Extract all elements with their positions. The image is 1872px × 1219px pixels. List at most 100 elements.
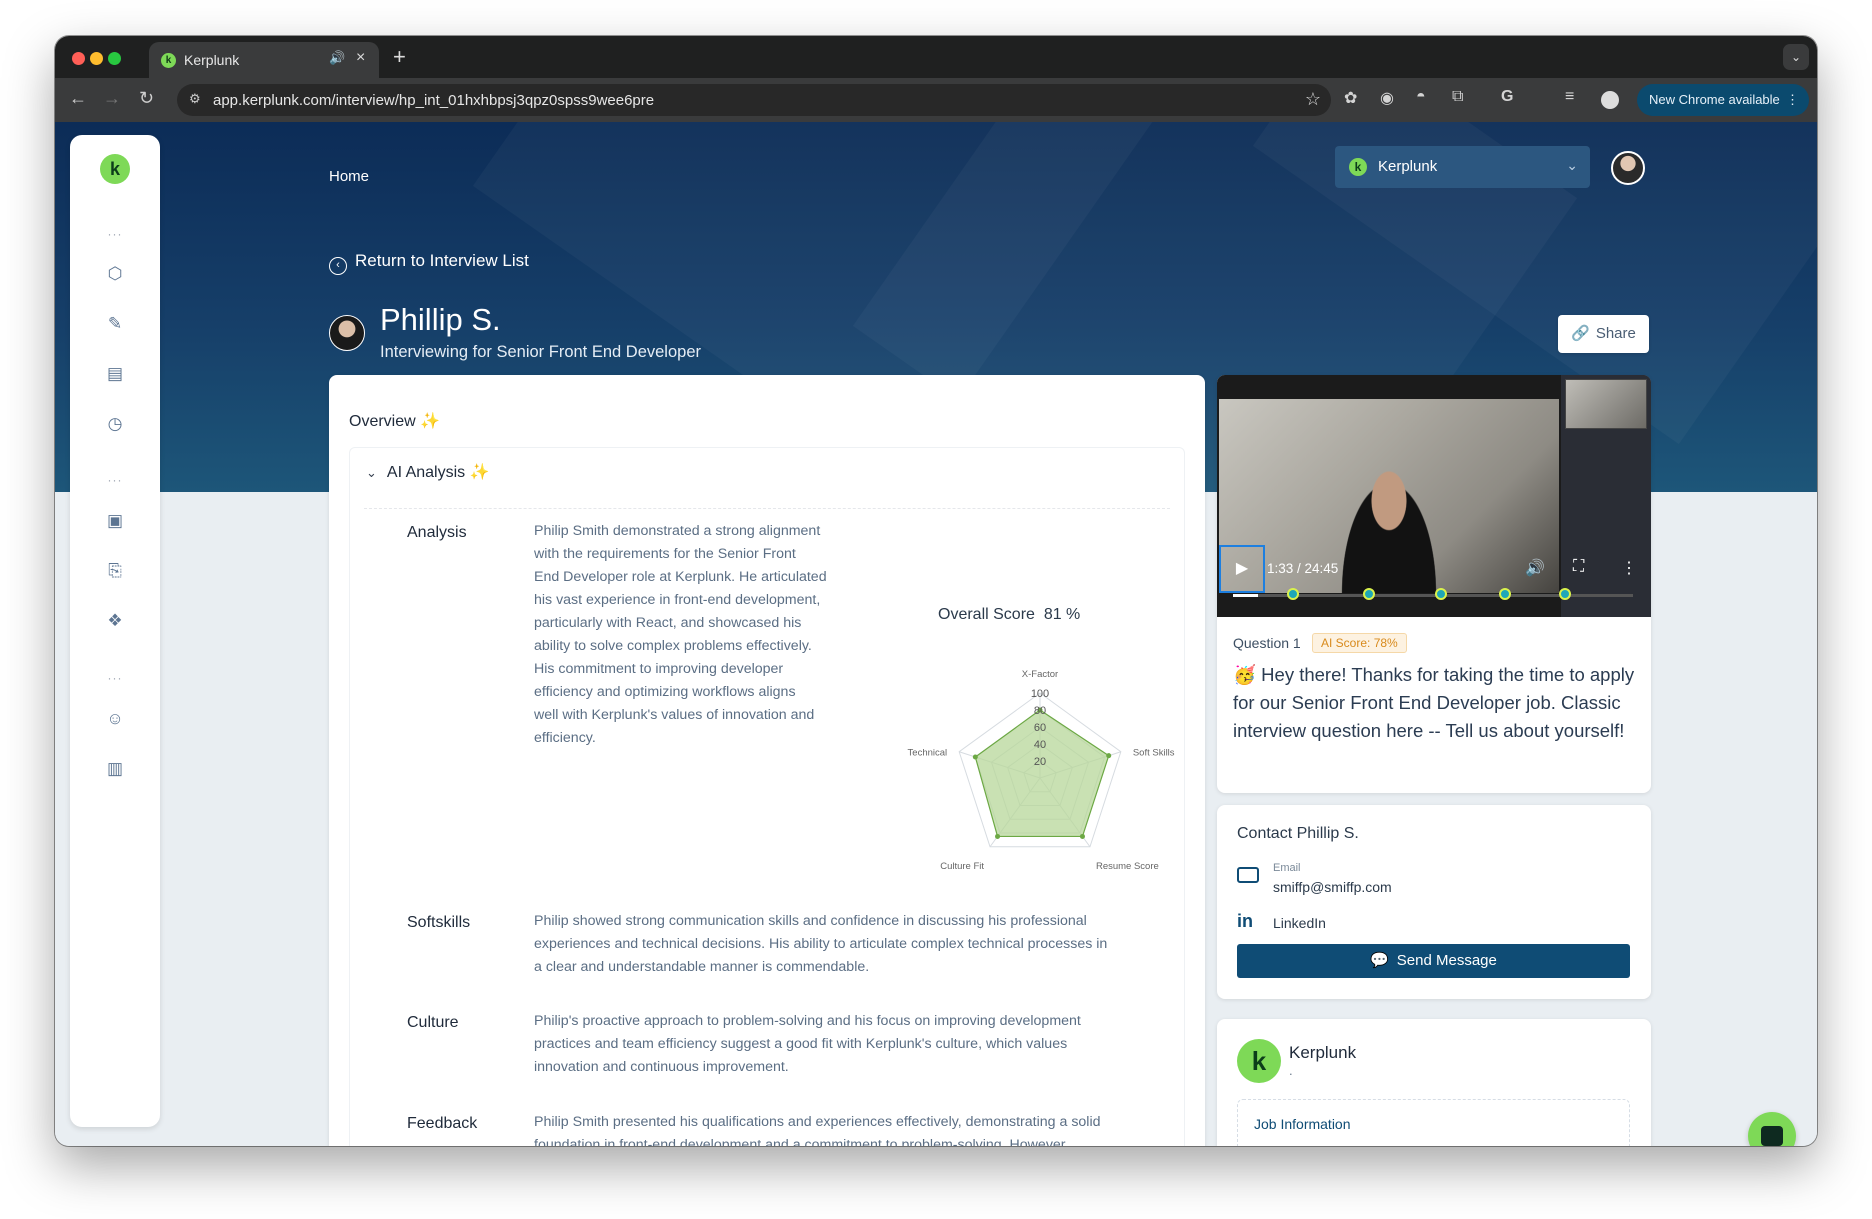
question-video-card: ▶ 1:33 / 24:45 🔊 ⛶ ⋮ Question 1 AI Score… bbox=[1217, 375, 1651, 793]
radar-axis-label: Soft Skills bbox=[1133, 748, 1175, 759]
return-to-list-link[interactable]: ‹ Return to Interview List bbox=[329, 251, 529, 275]
tab-favicon-icon: k bbox=[161, 53, 176, 68]
question-marker[interactable] bbox=[1287, 588, 1299, 600]
play-icon[interactable]: ▶ bbox=[1219, 545, 1265, 593]
reload-icon[interactable]: ↻ bbox=[139, 88, 154, 109]
job-information-panel[interactable]: Job Information bbox=[1237, 1099, 1630, 1146]
chat-icon bbox=[1761, 1126, 1783, 1146]
site-info-icon[interactable]: ⚙ bbox=[189, 91, 201, 107]
feedback-text: Philip Smith presented his qualification… bbox=[534, 1114, 1101, 1146]
google-icon[interactable]: G bbox=[1501, 88, 1513, 106]
org-logo-icon: k bbox=[1237, 1039, 1281, 1083]
user-avatar[interactable] bbox=[1611, 151, 1645, 185]
candidate-role: Interviewing for Senior Front End Develo… bbox=[380, 343, 701, 361]
document-icon[interactable]: ▤ bbox=[104, 363, 126, 385]
support-chat-button[interactable] bbox=[1748, 1112, 1796, 1146]
bookmark-icon[interactable]: ⎘ bbox=[104, 560, 126, 582]
tab-kerplunk[interactable]: k Kerplunk 🔊 × bbox=[149, 42, 379, 78]
question-marker[interactable] bbox=[1363, 588, 1375, 600]
volume-icon[interactable]: 🔊 bbox=[1525, 558, 1545, 578]
reading-list-icon[interactable]: ≡ bbox=[1565, 88, 1574, 106]
radar-tick-label: 80 bbox=[1034, 705, 1046, 717]
overall-score: Overall Score 81 % bbox=[938, 606, 1081, 623]
video-progress bbox=[1233, 594, 1259, 597]
minimize-window-button[interactable] bbox=[90, 52, 103, 65]
email-label: Email bbox=[1273, 862, 1301, 874]
book-icon[interactable]: ▣ bbox=[104, 510, 126, 532]
url-text: app.kerplunk.com/interview/hp_int_01hxhb… bbox=[213, 92, 655, 109]
ai-analysis-toggle[interactable]: ⌄ AI Analysis ✨ bbox=[366, 462, 490, 482]
radar-point bbox=[1079, 833, 1085, 839]
section-label: Softskills bbox=[407, 914, 471, 931]
share-label: Share bbox=[1595, 325, 1636, 342]
extension-icon[interactable]: ◉ bbox=[1380, 88, 1394, 108]
link-icon: 🔗 bbox=[1571, 325, 1590, 342]
job-information-label: Job Information bbox=[1254, 1116, 1351, 1132]
zoom-window-button[interactable] bbox=[108, 52, 121, 65]
question-marker[interactable] bbox=[1559, 588, 1571, 600]
radar-tick-label: 20 bbox=[1034, 756, 1046, 768]
clock-icon[interactable]: ◷ bbox=[104, 413, 126, 435]
app-page: k ··· ⬡ ✎ ▤ ◷ ··· ▣ ⎘ ❖ ··· ☺ ▥ Home k K… bbox=[55, 122, 1817, 1146]
email-value[interactable]: smiffp@smiffp.com bbox=[1273, 879, 1392, 895]
radar-axis-label: Resume Score bbox=[1096, 861, 1159, 872]
org-selector-label: Kerplunk bbox=[1378, 158, 1438, 175]
more-vert-icon[interactable]: ⋮ bbox=[1786, 84, 1799, 116]
close-window-button[interactable] bbox=[72, 52, 85, 65]
extension-icon[interactable]: ✿ bbox=[1344, 88, 1357, 108]
tab-search-icon[interactable]: ⌄ bbox=[1783, 44, 1809, 70]
share-button[interactable]: 🔗 Share bbox=[1558, 315, 1649, 353]
radar-tick-label: 40 bbox=[1034, 739, 1046, 751]
contact-title: Contact Phillip S. bbox=[1237, 825, 1359, 842]
question-text: 🥳 Hey there! Thanks for taking the time … bbox=[1233, 664, 1635, 741]
new-tab-icon[interactable]: + bbox=[393, 44, 406, 70]
return-label: Return to Interview List bbox=[355, 251, 529, 270]
fullscreen-icon[interactable]: ⛶ bbox=[1573, 558, 1584, 576]
organization-card: k Kerplunk . Job Information bbox=[1217, 1019, 1651, 1146]
linkedin-link[interactable]: LinkedIn bbox=[1273, 915, 1326, 931]
address-bar[interactable]: ⚙ app.kerplunk.com/interview/hp_int_01hx… bbox=[177, 84, 1331, 116]
radar-point bbox=[995, 833, 1001, 839]
chevron-down-icon: ⌄ bbox=[366, 465, 377, 480]
analysis-text: Philip Smith demonstrated a strong align… bbox=[534, 523, 827, 746]
section-label: Feedback bbox=[407, 1115, 478, 1132]
close-tab-icon[interactable]: × bbox=[356, 49, 365, 67]
pencil-icon[interactable]: ✎ bbox=[104, 313, 126, 335]
extension-icon[interactable]: ◓ bbox=[1416, 88, 1426, 106]
extensions-puzzle-icon[interactable]: ⧉ bbox=[1452, 88, 1463, 106]
cube-icon[interactable]: ⬡ bbox=[104, 263, 126, 285]
bookmark-star-icon[interactable]: ☆ bbox=[1305, 89, 1321, 110]
users-icon[interactable]: ☺ bbox=[104, 708, 126, 730]
home-link[interactable]: Home bbox=[329, 168, 369, 185]
radar-chart: 20 40 60 80 100 X-Factor Soft Skills Resume Sc… bbox=[908, 669, 1175, 872]
radar-tick-label: 60 bbox=[1034, 722, 1046, 734]
briefcase-icon[interactable]: ▥ bbox=[104, 758, 126, 780]
candidate-avatar bbox=[329, 315, 365, 351]
new-chrome-available-button[interactable]: New Chrome available ⋮ bbox=[1637, 84, 1809, 116]
org-selector[interactable]: k Kerplunk ⌄ bbox=[1335, 146, 1590, 188]
org-name: Kerplunk bbox=[1289, 1043, 1357, 1062]
profile-avatar-icon[interactable] bbox=[1601, 91, 1619, 109]
culture-text: Philip's proactive approach to problem-s… bbox=[534, 1013, 1081, 1075]
radar-axis-label: X-Factor bbox=[1022, 669, 1058, 680]
section-label: Analysis bbox=[407, 524, 467, 541]
overall-score-value: 81 % bbox=[1043, 606, 1081, 623]
browser-toolbar: ← → ↻ ⚙ app.kerplunk.com/interview/hp_in… bbox=[55, 78, 1817, 122]
question-marker[interactable] bbox=[1435, 588, 1447, 600]
candidate-name: Phillip S. bbox=[380, 302, 501, 337]
back-arrow-icon[interactable]: ← bbox=[69, 88, 87, 109]
question-label: Question 1 bbox=[1233, 635, 1301, 651]
video-player[interactable]: ▶ 1:33 / 24:45 🔊 ⛶ ⋮ bbox=[1217, 375, 1651, 617]
send-message-button[interactable]: 💬 Send Message bbox=[1237, 944, 1630, 978]
video-time: 1:33 / 24:45 bbox=[1267, 561, 1339, 576]
ai-analysis-panel: ⌄ AI Analysis ✨ Analysis Philip Smith dem… bbox=[349, 447, 1185, 1146]
forward-arrow-icon[interactable]: → bbox=[103, 88, 121, 109]
question-marker[interactable] bbox=[1499, 588, 1511, 600]
more-vert-icon[interactable]: ⋮ bbox=[1621, 558, 1637, 578]
contact-card: Contact Phillip S. Email smiffp@smiffp.c… bbox=[1217, 805, 1651, 999]
softskills-text: Philip showed strong communication skill… bbox=[534, 913, 1108, 975]
gift-icon[interactable]: ❖ bbox=[104, 610, 126, 632]
left-sidebar: k ··· ⬡ ✎ ▤ ◷ ··· ▣ ⎘ ❖ ··· ☺ ▥ bbox=[70, 135, 160, 1127]
speaker-icon[interactable]: 🔊 bbox=[329, 50, 345, 66]
kerplunk-logo-icon[interactable]: k bbox=[100, 154, 130, 184]
